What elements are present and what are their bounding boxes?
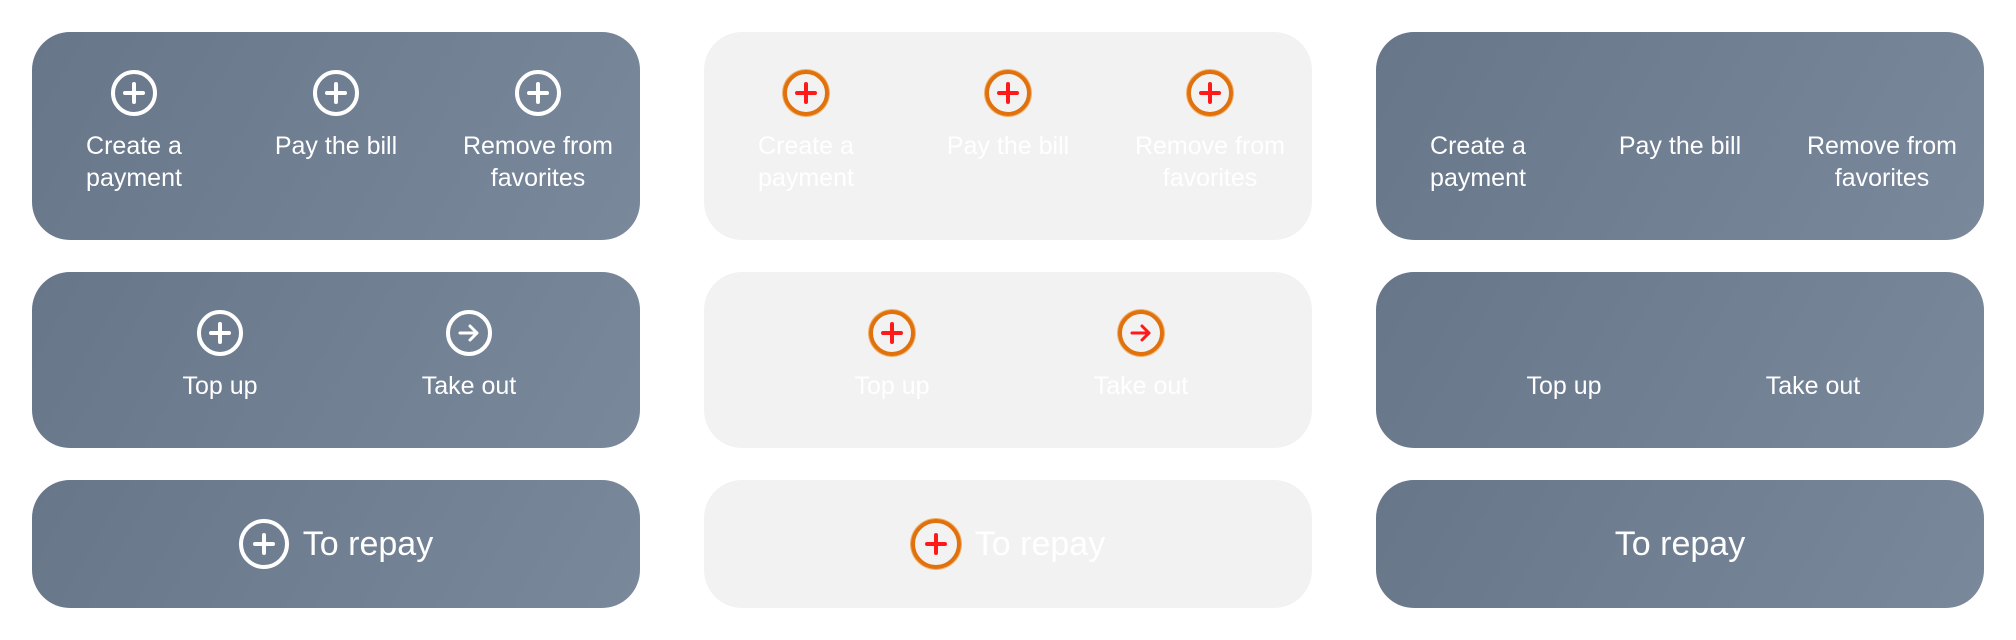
top-up-button[interactable]: Top up — [1464, 310, 1664, 402]
action-label: Create a payment — [758, 132, 854, 192]
plus-circle-icon — [238, 519, 289, 569]
plus-circle-icon — [910, 519, 961, 569]
repay-card: To repay — [1376, 480, 1984, 608]
repay-label: To repay — [974, 525, 1106, 563]
pay-bill-button[interactable]: Pay the bill — [241, 70, 431, 162]
plus-circle-icon — [313, 70, 359, 116]
action-label: Top up — [182, 372, 258, 400]
action-label: Pay the bill — [946, 132, 1070, 160]
top-up-button[interactable]: Top up — [120, 310, 320, 402]
action-label: Create a payment — [86, 132, 182, 192]
create-payment-button[interactable]: Create a payment — [39, 70, 229, 194]
variant-light: Create a payment Pay the bill Remove fro… — [704, 0, 1312, 640]
to-repay-button[interactable]: To repay — [32, 480, 640, 608]
action-label: Top up — [854, 372, 930, 400]
repay-card: To repay — [704, 480, 1312, 608]
remove-from-favorites-button[interactable]: Remove from favorites — [443, 70, 633, 194]
to-repay-button[interactable]: To repay — [704, 480, 1312, 608]
plus-circle-icon — [985, 70, 1031, 116]
plus-circle-icon — [197, 310, 243, 356]
action-label: Take out — [1093, 372, 1189, 400]
repay-card: To repay — [32, 480, 640, 608]
take-out-button[interactable]: Take out — [369, 310, 569, 402]
action-label: Remove from favorites — [1806, 132, 1958, 192]
repay-label: To repay — [1614, 525, 1746, 563]
pay-bill-button[interactable]: Pay the bill — [913, 70, 1103, 162]
action-label: Remove from favorites — [462, 132, 614, 192]
quick-actions-card: Create a payment Pay the bill Remove fro… — [704, 32, 1312, 240]
action-label: Pay the bill — [274, 132, 398, 160]
action-label: Remove from favorites — [1134, 132, 1286, 192]
variant-no-icons: Create a payment Pay the bill Remove fro… — [1376, 0, 1984, 640]
action-cards-canvas: Create a payment Pay the bill Remove fro… — [0, 0, 2016, 640]
arrow-right-circle-icon — [446, 310, 492, 356]
action-label: Top up — [1526, 372, 1602, 400]
remove-from-favorites-button[interactable]: Remove from favorites — [1787, 70, 1977, 194]
create-payment-button[interactable]: Create a payment — [1383, 70, 1573, 194]
balance-actions-card: Top up Take out — [704, 272, 1312, 448]
plus-circle-icon — [783, 70, 829, 116]
plus-circle-icon — [1187, 70, 1233, 116]
variant-default: Create a payment Pay the bill Remove fro… — [32, 0, 640, 640]
take-out-button[interactable]: Take out — [1041, 310, 1241, 402]
plus-circle-icon — [869, 310, 915, 356]
take-out-button[interactable]: Take out — [1713, 310, 1913, 402]
quick-actions-card: Create a payment Pay the bill Remove fro… — [32, 32, 640, 240]
pay-bill-button[interactable]: Pay the bill — [1585, 70, 1775, 162]
plus-circle-icon — [111, 70, 157, 116]
action-label: Take out — [1765, 372, 1861, 400]
top-up-button[interactable]: Top up — [792, 310, 992, 402]
arrow-right-circle-icon — [1118, 310, 1164, 356]
repay-label: To repay — [302, 525, 434, 563]
action-label: Pay the bill — [1618, 132, 1742, 160]
create-payment-button[interactable]: Create a payment — [711, 70, 901, 194]
action-label: Create a payment — [1430, 132, 1526, 192]
action-label: Take out — [421, 372, 517, 400]
quick-actions-card: Create a payment Pay the bill Remove fro… — [1376, 32, 1984, 240]
balance-actions-card: Top up Take out — [1376, 272, 1984, 448]
balance-actions-card: Top up Take out — [32, 272, 640, 448]
plus-circle-icon — [515, 70, 561, 116]
remove-from-favorites-button[interactable]: Remove from favorites — [1115, 70, 1305, 194]
to-repay-button[interactable]: To repay — [1376, 480, 1984, 608]
